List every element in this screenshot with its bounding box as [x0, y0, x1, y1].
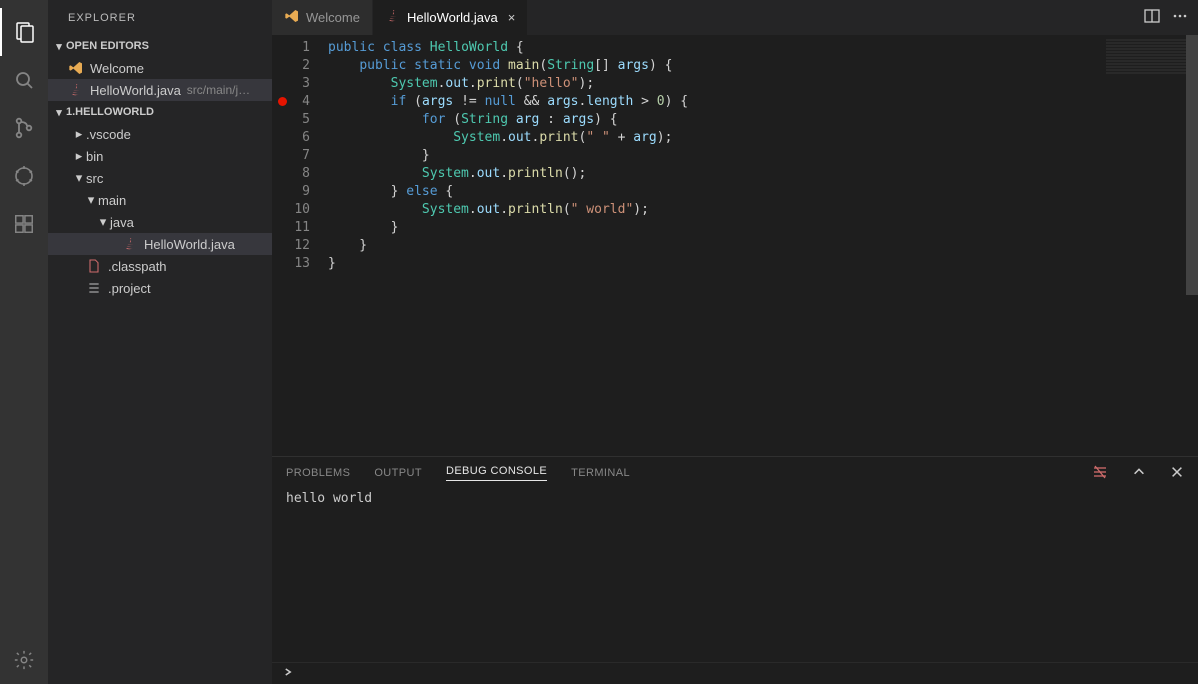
panel-collapse-icon[interactable] [1132, 465, 1146, 482]
explorer-icon[interactable] [0, 8, 48, 56]
minimap[interactable] [1106, 39, 1186, 75]
code-editor[interactable]: 12345678910111213 public class HelloWorl… [272, 35, 1198, 456]
extensions-icon[interactable] [0, 200, 48, 248]
open-editor-item[interactable]: Welcome [48, 57, 272, 79]
debug-console-input-icon[interactable] [282, 666, 294, 681]
panel-tab[interactable]: OUTPUT [374, 467, 422, 479]
settings-gear-icon[interactable] [0, 636, 48, 684]
more-actions-icon[interactable] [1172, 8, 1188, 27]
chevron-right-icon: ▸ [72, 126, 86, 142]
main-area: WelcomeHelloWorld.java× 1234567891011121… [272, 0, 1198, 684]
tree-item[interactable]: .classpath [48, 255, 272, 277]
open-editor-item[interactable]: HelloWorld.javasrc/main/j… [48, 79, 272, 101]
tab-bar: WelcomeHelloWorld.java× [272, 0, 1198, 35]
sidebar-title: EXPLORER [48, 0, 272, 35]
split-editor-icon[interactable] [1144, 8, 1160, 27]
activity-bar [0, 0, 48, 684]
panel-close-icon[interactable] [1170, 465, 1184, 482]
source-control-icon[interactable] [0, 104, 48, 152]
java-icon [385, 8, 401, 27]
editor-tab[interactable]: Welcome [272, 0, 373, 35]
bottom-panel: PROBLEMS OUTPUT DEBUG CONSOLE TERMINAL hell… [272, 456, 1198, 662]
chevron-down-icon: ▾ [84, 192, 98, 208]
editor-scrollbar[interactable] [1186, 35, 1198, 456]
tree-item[interactable]: ▾java [48, 211, 272, 233]
tree-item[interactable]: ▸bin [48, 145, 272, 167]
debug-console-output: hello world [272, 489, 1198, 662]
chevron-down-icon: ▾ [96, 214, 110, 230]
tree-item[interactable]: ▾main [48, 189, 272, 211]
search-icon[interactable] [0, 56, 48, 104]
breakpoint-icon[interactable] [278, 97, 287, 106]
status-bar [272, 662, 1198, 684]
file-icon [86, 258, 102, 274]
list-icon [86, 280, 102, 296]
chevron-right-icon: ▸ [72, 148, 86, 164]
tree-item[interactable]: ▾src [48, 167, 272, 189]
debug-icon[interactable] [0, 152, 48, 200]
panel-tab[interactable]: DEBUG CONSOLE [446, 465, 547, 481]
vscode-icon [284, 8, 300, 27]
editor-tab[interactable]: HelloWorld.java× [373, 0, 528, 35]
java-icon [122, 236, 138, 252]
panel-tab[interactable]: TERMINAL [571, 467, 630, 479]
clear-console-icon[interactable] [1092, 464, 1108, 483]
close-tab-icon[interactable]: × [508, 10, 516, 25]
project-header[interactable]: ▾1.HELLOWORLD [48, 101, 272, 123]
java-icon [68, 82, 84, 98]
chevron-down-icon: ▾ [72, 170, 86, 186]
open-editors-header[interactable]: ▾OPEN EDITORS [48, 35, 272, 57]
tree-item[interactable]: .project [48, 277, 272, 299]
tree-item[interactable]: ▸.vscode [48, 123, 272, 145]
tree-item[interactable]: HelloWorld.java [48, 233, 272, 255]
vscode-icon [68, 60, 84, 76]
sidebar: EXPLORER ▾OPEN EDITORS WelcomeHelloWorld… [48, 0, 272, 684]
panel-tab[interactable]: PROBLEMS [286, 467, 350, 479]
